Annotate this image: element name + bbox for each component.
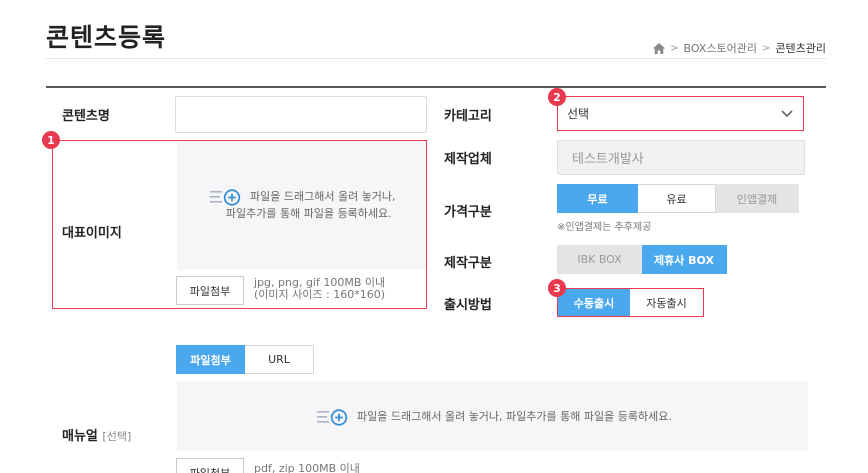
maker-label: 제작업체 [444, 152, 492, 167]
manual-hint-text: 파일을 드래그해서 올려 놓거나, 파일추가를 통해 파일을 등록하세요. [357, 410, 672, 423]
release-method-manual[interactable]: 수동출시 [558, 289, 630, 316]
content-name-input[interactable] [175, 96, 427, 133]
manual-hint: 파일을 드래그해서 올려 놓거나, 파일추가를 통해 파일을 등록하세요. [317, 408, 672, 426]
breadcrumb-item-content-manage: 콘텐츠관리 [775, 42, 826, 55]
category-select[interactable]: 선택 [557, 96, 804, 131]
manual-tab-file[interactable]: 파일첨부 [176, 345, 245, 374]
rep-image-hint-line1: 파일을 드래그해서 올려 놓거나, [250, 190, 396, 203]
category-label: 카테고리 [444, 109, 492, 124]
chevron-down-icon [781, 110, 793, 118]
chevron-right-icon: > [762, 42, 771, 54]
manual-label-optional: [선택] [102, 430, 132, 443]
production-type-label: 제작구분 [444, 256, 492, 271]
breadcrumb-item-box-store[interactable]: BOX스토어관리 [684, 40, 757, 56]
production-type-partner[interactable]: 제휴사 BOX [642, 245, 727, 274]
price-type-free[interactable]: 무료 [557, 184, 638, 213]
breadcrumb: > BOX스토어관리 > 콘텐츠관리 [653, 40, 826, 56]
price-type-paid[interactable]: 유료 [638, 184, 716, 213]
step-marker-3: 3 [548, 279, 566, 297]
page-title: 콘텐츠등록 [46, 23, 167, 52]
release-method-label: 출시방법 [444, 298, 492, 313]
production-type-ibk: IBK BOX [557, 245, 642, 274]
production-type-segment: IBK BOX 제휴사 BOX [557, 245, 727, 274]
manual-tabs: 파일첨부 URL [176, 345, 314, 374]
manual-tab-url[interactable]: URL [245, 345, 314, 374]
manual-label-text: 매뉴얼 [62, 429, 98, 444]
step-marker-2: 2 [548, 88, 566, 106]
content-name-label: 콘텐츠명 [62, 109, 110, 124]
rep-image-hint-line2: 파일추가를 통해 파일을 등록하세요. [225, 207, 392, 220]
manual-file-note: pdf, zip 100MB 이내 [254, 462, 360, 473]
form-top-border [46, 86, 826, 88]
rep-image-hint: 파일을 드래그해서 올려 놓거나, 파일추가를 통해 파일을 등록하세요. [210, 188, 396, 222]
manual-label: 매뉴얼 [선택] [62, 425, 131, 444]
upload-add-icon [317, 409, 348, 426]
price-type-note: ※인앱결제는 추후제공 [557, 222, 652, 233]
manual-attach-button[interactable]: 파일첨부 [176, 458, 244, 473]
price-type-segment: 무료 유료 인앱결제 [557, 184, 799, 213]
maker-field: 테스트개발사 [557, 140, 805, 175]
rep-image-file-note: jpg, png, gif 100MB 이내 (이미지 사이즈 : 160*16… [254, 277, 385, 301]
release-method-segment: 수동출시 자동출시 [558, 289, 703, 316]
header-divider [46, 58, 826, 59]
category-select-value: 선택 [567, 107, 590, 121]
release-method-auto[interactable]: 자동출시 [630, 289, 703, 316]
chevron-right-icon: > [670, 42, 679, 54]
rep-image-note-line2: (이미지 사이즈 : 160*160) [254, 288, 385, 301]
step-marker-1: 1 [42, 131, 60, 149]
home-icon[interactable] [653, 42, 666, 54]
upload-add-icon [210, 189, 241, 206]
rep-image-attach-button[interactable]: 파일첨부 [176, 276, 244, 305]
price-type-label: 가격구분 [444, 205, 492, 220]
price-type-inapp: 인앱결제 [716, 184, 799, 213]
rep-image-label: 대표이미지 [62, 226, 122, 241]
